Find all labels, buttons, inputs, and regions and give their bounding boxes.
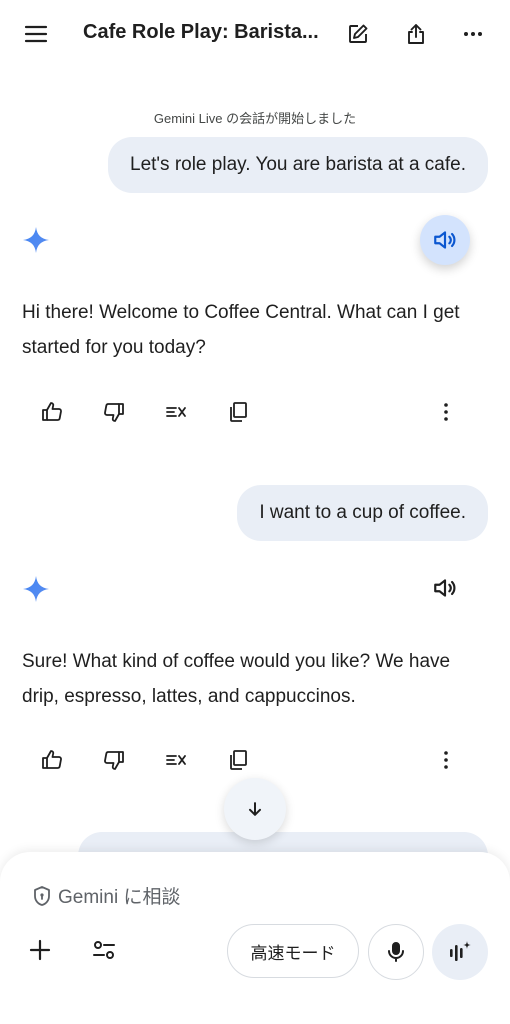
more-vertical-icon[interactable]: [426, 392, 466, 432]
user-message-bubble: I want to a cup of coffee.: [237, 485, 488, 541]
microphone-icon: [388, 942, 404, 962]
edit-icon[interactable]: [340, 16, 376, 52]
plus-icon[interactable]: [22, 932, 58, 968]
thumbs-down-icon[interactable]: [94, 740, 134, 780]
user-message-bubble: Let's role play. You are barista at a ca…: [108, 137, 488, 193]
copy-icon[interactable]: [218, 740, 258, 780]
modify-response-icon[interactable]: [156, 740, 196, 780]
mode-selector-button[interactable]: 高速モード: [227, 924, 359, 978]
speaker-button[interactable]: [420, 215, 470, 265]
speaker-icon: [434, 231, 456, 249]
page-title: Cafe Role Play: Barista...: [83, 21, 319, 43]
response-actions: [0, 392, 510, 432]
gemini-sparkle-icon: [23, 576, 49, 602]
model-response-text: Hi there! Welcome to Coffee Central. Wha…: [22, 302, 460, 358]
speaker-button[interactable]: [420, 563, 470, 613]
more-vertical-icon[interactable]: [426, 740, 466, 780]
user-message-text: Let's role play. You are barista at a ca…: [130, 154, 466, 175]
microphone-button[interactable]: [368, 924, 424, 980]
thumbs-up-icon[interactable]: [32, 392, 72, 432]
live-icon: [450, 941, 471, 961]
thumbs-down-icon[interactable]: [94, 392, 134, 432]
gemini-sparkle-icon: [23, 227, 49, 253]
copy-icon[interactable]: [218, 392, 258, 432]
model-response-text: Sure! What kind of coffee would you like…: [22, 651, 451, 707]
share-icon[interactable]: [398, 16, 434, 52]
arrow-down-icon: [249, 802, 261, 816]
more-icon[interactable]: [455, 16, 491, 52]
user-message-text: I want to a cup of coffee.: [259, 502, 466, 523]
tune-icon[interactable]: [86, 932, 122, 968]
composer: Gemini に相談 高速モード: [0, 852, 510, 1024]
response-actions: [0, 740, 510, 780]
modify-response-icon[interactable]: [156, 392, 196, 432]
shield-icon: [34, 885, 50, 906]
prompt-placeholder: Gemini に相談: [58, 887, 181, 908]
prompt-input[interactable]: Gemini に相談: [32, 882, 180, 909]
thumbs-up-icon[interactable]: [32, 740, 72, 780]
live-session-notice: Gemini Live の会話が開始しました: [153, 111, 357, 126]
top-app-bar: Cafe Role Play: Barista...: [0, 0, 510, 70]
menu-icon[interactable]: [18, 16, 54, 52]
mode-label: 高速モード: [250, 943, 336, 963]
scroll-to-bottom-button[interactable]: [224, 778, 286, 840]
speaker-icon: [434, 579, 456, 597]
gemini-live-button[interactable]: [432, 924, 488, 980]
